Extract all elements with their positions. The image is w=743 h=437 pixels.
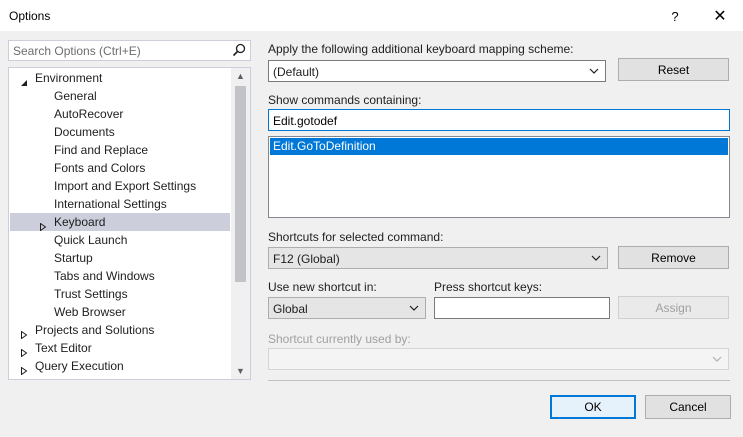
shortcuts-label: Shortcuts for selected command: xyxy=(268,230,444,244)
search-options-input[interactable]: Search Options (Ctrl+E) xyxy=(8,40,251,61)
tree-item-label: General xyxy=(54,89,97,103)
tree-item[interactable]: Documents xyxy=(10,123,230,141)
tree-item[interactable]: Quick Launch xyxy=(10,231,230,249)
collapsed-arrow-icon[interactable] xyxy=(20,326,28,340)
tree-item-label: Find and Replace xyxy=(54,143,149,157)
divider xyxy=(268,380,730,381)
press-shortcut-keys-input[interactable] xyxy=(434,297,610,319)
tree-item[interactable]: Trust Settings xyxy=(10,285,230,303)
assign-button[interactable]: Assign xyxy=(618,296,729,319)
tree-item[interactable]: Fonts and Colors xyxy=(10,159,230,177)
tree-item[interactable]: Startup xyxy=(10,249,230,267)
scroll-up-icon[interactable]: ▲ xyxy=(231,68,250,84)
tree-item[interactable]: AutoRecover xyxy=(10,105,230,123)
tree-item[interactable]: Text Editor xyxy=(10,339,230,358)
tree-item[interactable]: International Settings xyxy=(10,195,230,213)
tree-item[interactable]: Import and Export Settings xyxy=(10,177,230,195)
reset-button[interactable]: Reset xyxy=(618,58,729,81)
tree-item-label: Query Results xyxy=(35,375,111,379)
chevron-down-icon xyxy=(589,68,599,74)
shortcuts-value: F12 (Global) xyxy=(273,252,340,266)
tree-item[interactable]: Query Results xyxy=(10,375,230,379)
shortcut-used-by-label: Shortcut currently used by: xyxy=(268,332,411,346)
tree-item[interactable]: Tabs and Windows xyxy=(10,267,230,285)
remove-button[interactable]: Remove xyxy=(618,246,729,269)
mapping-scheme-select[interactable]: (Default) xyxy=(268,60,606,82)
press-shortcut-keys-label: Press shortcut keys: xyxy=(434,280,543,294)
search-placeholder: Search Options (Ctrl+E) xyxy=(13,44,141,58)
window-title: Options xyxy=(9,9,51,23)
chevron-down-icon xyxy=(409,305,419,311)
tree-item[interactable]: Find and Replace xyxy=(10,141,230,159)
scrollbar-thumb[interactable] xyxy=(235,86,246,282)
tree-item-label: Web Browser xyxy=(54,305,126,319)
tree-item[interactable]: General xyxy=(10,87,230,105)
tree-item-label: International Settings xyxy=(54,197,167,211)
search-icon[interactable] xyxy=(232,43,246,57)
expanded-arrow-icon[interactable] xyxy=(20,74,28,86)
tree-item[interactable]: Keyboard xyxy=(10,213,230,232)
tree-item-label: Documents xyxy=(54,125,115,139)
shortcut-used-by-select[interactable] xyxy=(268,348,729,370)
mapping-scheme-label: Apply the following additional keyboard … xyxy=(268,42,574,56)
list-item[interactable]: Edit.GoToDefinition xyxy=(270,138,728,155)
tree-item[interactable]: Environment xyxy=(10,69,230,87)
options-tree[interactable]: Environment General AutoRecover Documents Fi… xyxy=(8,67,251,380)
chevron-down-icon xyxy=(712,356,722,362)
show-commands-value: Edit.gotodef xyxy=(273,114,338,128)
tree-item-label: Quick Launch xyxy=(54,233,128,247)
tree-item[interactable]: Query Execution xyxy=(10,357,230,376)
close-button[interactable]: ✕ xyxy=(697,0,743,32)
tree-item[interactable]: Web Browser xyxy=(10,303,230,321)
tree-item-label: Projects and Solutions xyxy=(35,323,155,337)
help-button[interactable]: ? xyxy=(652,0,698,32)
collapsed-arrow-icon[interactable] xyxy=(39,218,47,232)
tree-item-label: Keyboard xyxy=(54,215,106,229)
close-icon: ✕ xyxy=(713,8,727,25)
show-commands-input[interactable]: Edit.gotodef xyxy=(268,109,730,131)
tree-item-label: Query Execution xyxy=(35,359,124,373)
shortcuts-select[interactable]: F12 (Global) xyxy=(268,247,608,269)
tree-item-label: Startup xyxy=(54,251,93,265)
show-commands-label: Show commands containing: xyxy=(268,93,422,107)
scroll-down-icon[interactable]: ▼ xyxy=(231,363,250,379)
tree-item-label: Text Editor xyxy=(35,341,92,355)
title-bar: Options ? ✕ xyxy=(0,0,743,32)
collapsed-arrow-icon[interactable] xyxy=(20,344,28,358)
tree-scrollbar[interactable]: ▲ ▼ xyxy=(231,68,250,379)
tree-item-label: Fonts and Colors xyxy=(54,161,146,175)
use-new-shortcut-value: Global xyxy=(273,302,308,316)
tree-item-label: Tabs and Windows xyxy=(54,269,155,283)
cancel-button[interactable]: Cancel xyxy=(645,395,731,419)
use-new-shortcut-select[interactable]: Global xyxy=(268,297,426,319)
tree-item-label: Environment xyxy=(35,71,103,85)
chevron-down-icon xyxy=(591,255,601,261)
help-icon: ? xyxy=(671,8,679,24)
mapping-scheme-value: (Default) xyxy=(273,65,320,79)
collapsed-arrow-icon[interactable] xyxy=(20,362,28,376)
use-new-shortcut-label: Use new shortcut in: xyxy=(268,280,377,294)
tree-item-label: Import and Export Settings xyxy=(54,179,197,193)
tree-item-label: AutoRecover xyxy=(54,107,124,121)
ok-button[interactable]: OK xyxy=(550,395,636,419)
commands-list[interactable]: Edit.GoToDefinition xyxy=(268,136,730,218)
tree-item-label: Trust Settings xyxy=(54,287,128,301)
tree-item[interactable]: Projects and Solutions xyxy=(10,321,230,340)
